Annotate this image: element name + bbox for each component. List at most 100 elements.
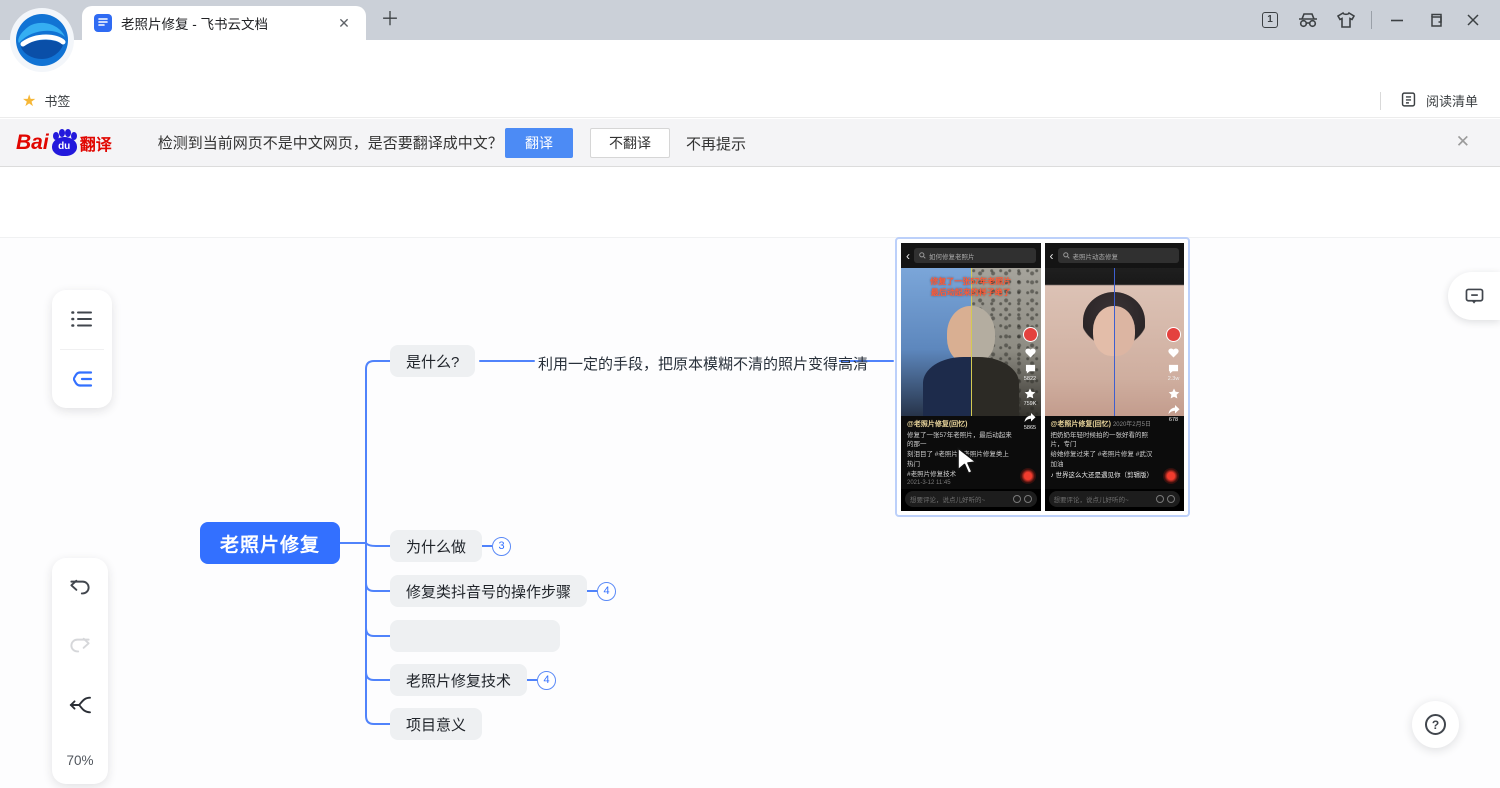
- undo-icon[interactable]: [68, 578, 92, 603]
- mouse-cursor: [955, 446, 981, 481]
- node-label[interactable]: 项目意义: [390, 708, 482, 740]
- mindmap-image-node[interactable]: ‹ 如何修复老照片 修复了一张57年老照片 最后动起来的样子绝了 5822 75…: [895, 237, 1190, 517]
- bookmarks-separator: [1380, 92, 1381, 110]
- video-action-bar: 5822 759K 5865: [1023, 327, 1038, 431]
- collapsed-count-badge[interactable]: 4: [537, 671, 556, 690]
- question-mark-icon: ?: [1425, 714, 1446, 735]
- like-heart-icon: [1168, 348, 1179, 358]
- music-disc-icon: [1020, 468, 1036, 484]
- douyin-screenshot-right: ‹ 老照片动态修复 2.3w 678 @老照片修复(回忆) 2020年2月5日: [1045, 243, 1185, 511]
- translate-bar-close-icon[interactable]: ✕: [1456, 132, 1470, 152]
- comment-count: 5822: [1024, 376, 1036, 382]
- tab-count-icon[interactable]: 1: [1251, 0, 1289, 40]
- emoji-icon: [1156, 495, 1164, 503]
- video-overlay-line1: 修复了一张57年老照片: [901, 276, 1041, 287]
- mindmap-view-button[interactable]: [52, 350, 112, 409]
- comment-input-bar: 想要评论，说点儿好听的~: [1049, 491, 1181, 507]
- comment-bubble-icon: [1025, 364, 1036, 374]
- bookmarks-star-icon: ★: [22, 91, 36, 111]
- music-title: ♪ 世界这么大还是遇见你（剪辑版）: [1051, 471, 1159, 481]
- caption-line: 把奶奶年轻时候拍的一张好看的照片，专门: [1051, 431, 1159, 451]
- translate-accept-button[interactable]: 翻译: [505, 128, 573, 158]
- creator-handle: @老照片修复(回忆): [907, 420, 1015, 431]
- music-disc-icon: [1163, 468, 1179, 484]
- collapsed-count-badge[interactable]: 4: [597, 582, 616, 601]
- theme-skin-icon[interactable]: [1327, 0, 1365, 40]
- comment-placeholder: 想要评论，说点儿好听的~: [910, 494, 1010, 504]
- mindmap-node-why[interactable]: 为什么做 3: [390, 530, 511, 562]
- mindmap-node-empty[interactable]: [390, 620, 560, 652]
- baidu-translate-bar: Bai du 翻译 检测到当前网页不是中文网页，是否要翻译成中文？ 翻译 不翻译…: [0, 119, 1500, 167]
- doc-header: ‹ 老照片修复 ☆ 我的空间 已经保存到云端 分享 ··· 0: [0, 167, 1500, 238]
- comment-icon: [1465, 288, 1484, 305]
- feishu-doc-favicon: [94, 14, 112, 32]
- mindmap-root-node[interactable]: 老照片修复: [200, 522, 340, 564]
- photo-restored-portrait: [1045, 268, 1185, 416]
- window-controls-separator: [1371, 11, 1372, 29]
- minimize-button[interactable]: [1378, 0, 1416, 40]
- photo-split-before-after: 修复了一张57年老照片 最后动起来的样子绝了: [901, 268, 1041, 416]
- baidu-paw-icon: du: [51, 129, 78, 156]
- comment-placeholder: 想要评论，说点儿好听的~: [1054, 494, 1154, 504]
- share-count: 5865: [1024, 425, 1036, 431]
- node-label[interactable]: 修复类抖音号的操作步骤: [390, 575, 587, 607]
- reading-list-icon: [1400, 91, 1417, 111]
- node-label[interactable]: 老照片修复技术: [390, 664, 527, 696]
- post-date: 2020年2月5日: [1113, 422, 1151, 428]
- browser-toolbar: ‹ › ☆ 译 ···: [0, 40, 1500, 84]
- share-count: 678: [1169, 417, 1178, 423]
- comment-count: 2.3w: [1168, 376, 1180, 382]
- node-label[interactable]: [390, 620, 560, 652]
- translate-prompt-text: 检测到当前网页不是中文网页，是否要翻译成中文？: [158, 132, 503, 153]
- bookmarks-label[interactable]: 书签: [44, 91, 70, 110]
- badge-connector: [482, 545, 492, 547]
- video-action-bar: 2.3w 678: [1166, 327, 1181, 423]
- badge-connector: [587, 590, 597, 592]
- video-overlay-line2: 最后动起来的样子绝了: [901, 287, 1041, 298]
- maximize-button[interactable]: [1416, 0, 1454, 40]
- phone-search-bar: 老照片动态修复: [1058, 248, 1180, 263]
- mindmap-node-meaning[interactable]: 项目意义: [390, 708, 482, 740]
- like-heart-icon: [1025, 348, 1036, 358]
- star-count: 759K: [1024, 401, 1037, 407]
- tab-close-icon[interactable]: ✕: [334, 13, 354, 33]
- mindmap-canvas[interactable]: [0, 238, 1500, 788]
- browser-logo[interactable]: [9, 7, 75, 73]
- phone-back-icon: ‹: [1050, 250, 1054, 262]
- badge-connector: [527, 679, 537, 681]
- phone-back-icon: ‹: [906, 250, 910, 262]
- collapse-all-icon[interactable]: [67, 695, 93, 720]
- browser-tab-active[interactable]: 老照片修复 - 飞书云文档 ✕: [82, 6, 366, 40]
- node-label[interactable]: 是什么?: [390, 345, 475, 377]
- caption-line: 给她修复过来了 #老照片修复 #武汉加油: [1051, 450, 1159, 470]
- reading-list-label[interactable]: 阅读清单: [1426, 91, 1478, 110]
- comments-panel-toggle[interactable]: [1448, 272, 1500, 320]
- incognito-icon[interactable]: [1289, 0, 1327, 40]
- view-switcher: [52, 290, 112, 408]
- comment-input-bar: 想要评论，说点儿好听的~: [905, 491, 1037, 507]
- zoom-level[interactable]: 70%: [66, 753, 93, 768]
- help-button[interactable]: ?: [1412, 701, 1459, 748]
- mindmap-node-description[interactable]: 利用一定的手段，把原本模糊不清的照片变得高清: [538, 353, 868, 374]
- node-label[interactable]: 为什么做: [390, 530, 482, 562]
- creator-handle: @老照片修复(回忆) 2020年2月5日: [1051, 420, 1159, 431]
- outline-view-button[interactable]: [52, 290, 112, 349]
- window-controls: 1: [1251, 0, 1492, 40]
- translate-decline-button[interactable]: 不翻译: [590, 128, 670, 158]
- mention-icon: [1167, 495, 1175, 503]
- collapsed-count-badge[interactable]: 3: [492, 537, 511, 556]
- translate-never-remind[interactable]: 不再提示: [686, 133, 746, 154]
- creator-avatar-icon: [1023, 327, 1038, 342]
- mention-icon: [1024, 495, 1032, 503]
- creator-avatar-icon: [1166, 327, 1181, 342]
- close-window-button[interactable]: [1454, 0, 1492, 40]
- mindmap-node-tech[interactable]: 老照片修复技术 4: [390, 664, 556, 696]
- mindmap-node-steps[interactable]: 修复类抖音号的操作步骤 4: [390, 575, 616, 607]
- bookmarks-bar: ★ 书签 阅读清单: [0, 84, 1500, 118]
- tab-title: 老照片修复 - 飞书云文档: [121, 13, 325, 33]
- new-tab-button[interactable]: ＋: [378, 8, 402, 32]
- mindmap-node-what[interactable]: 是什么?: [390, 345, 475, 377]
- redo-icon[interactable]: [68, 636, 92, 661]
- favorite-star-icon: [1168, 388, 1180, 399]
- baidu-translate-logo: Bai du 翻译: [16, 129, 112, 156]
